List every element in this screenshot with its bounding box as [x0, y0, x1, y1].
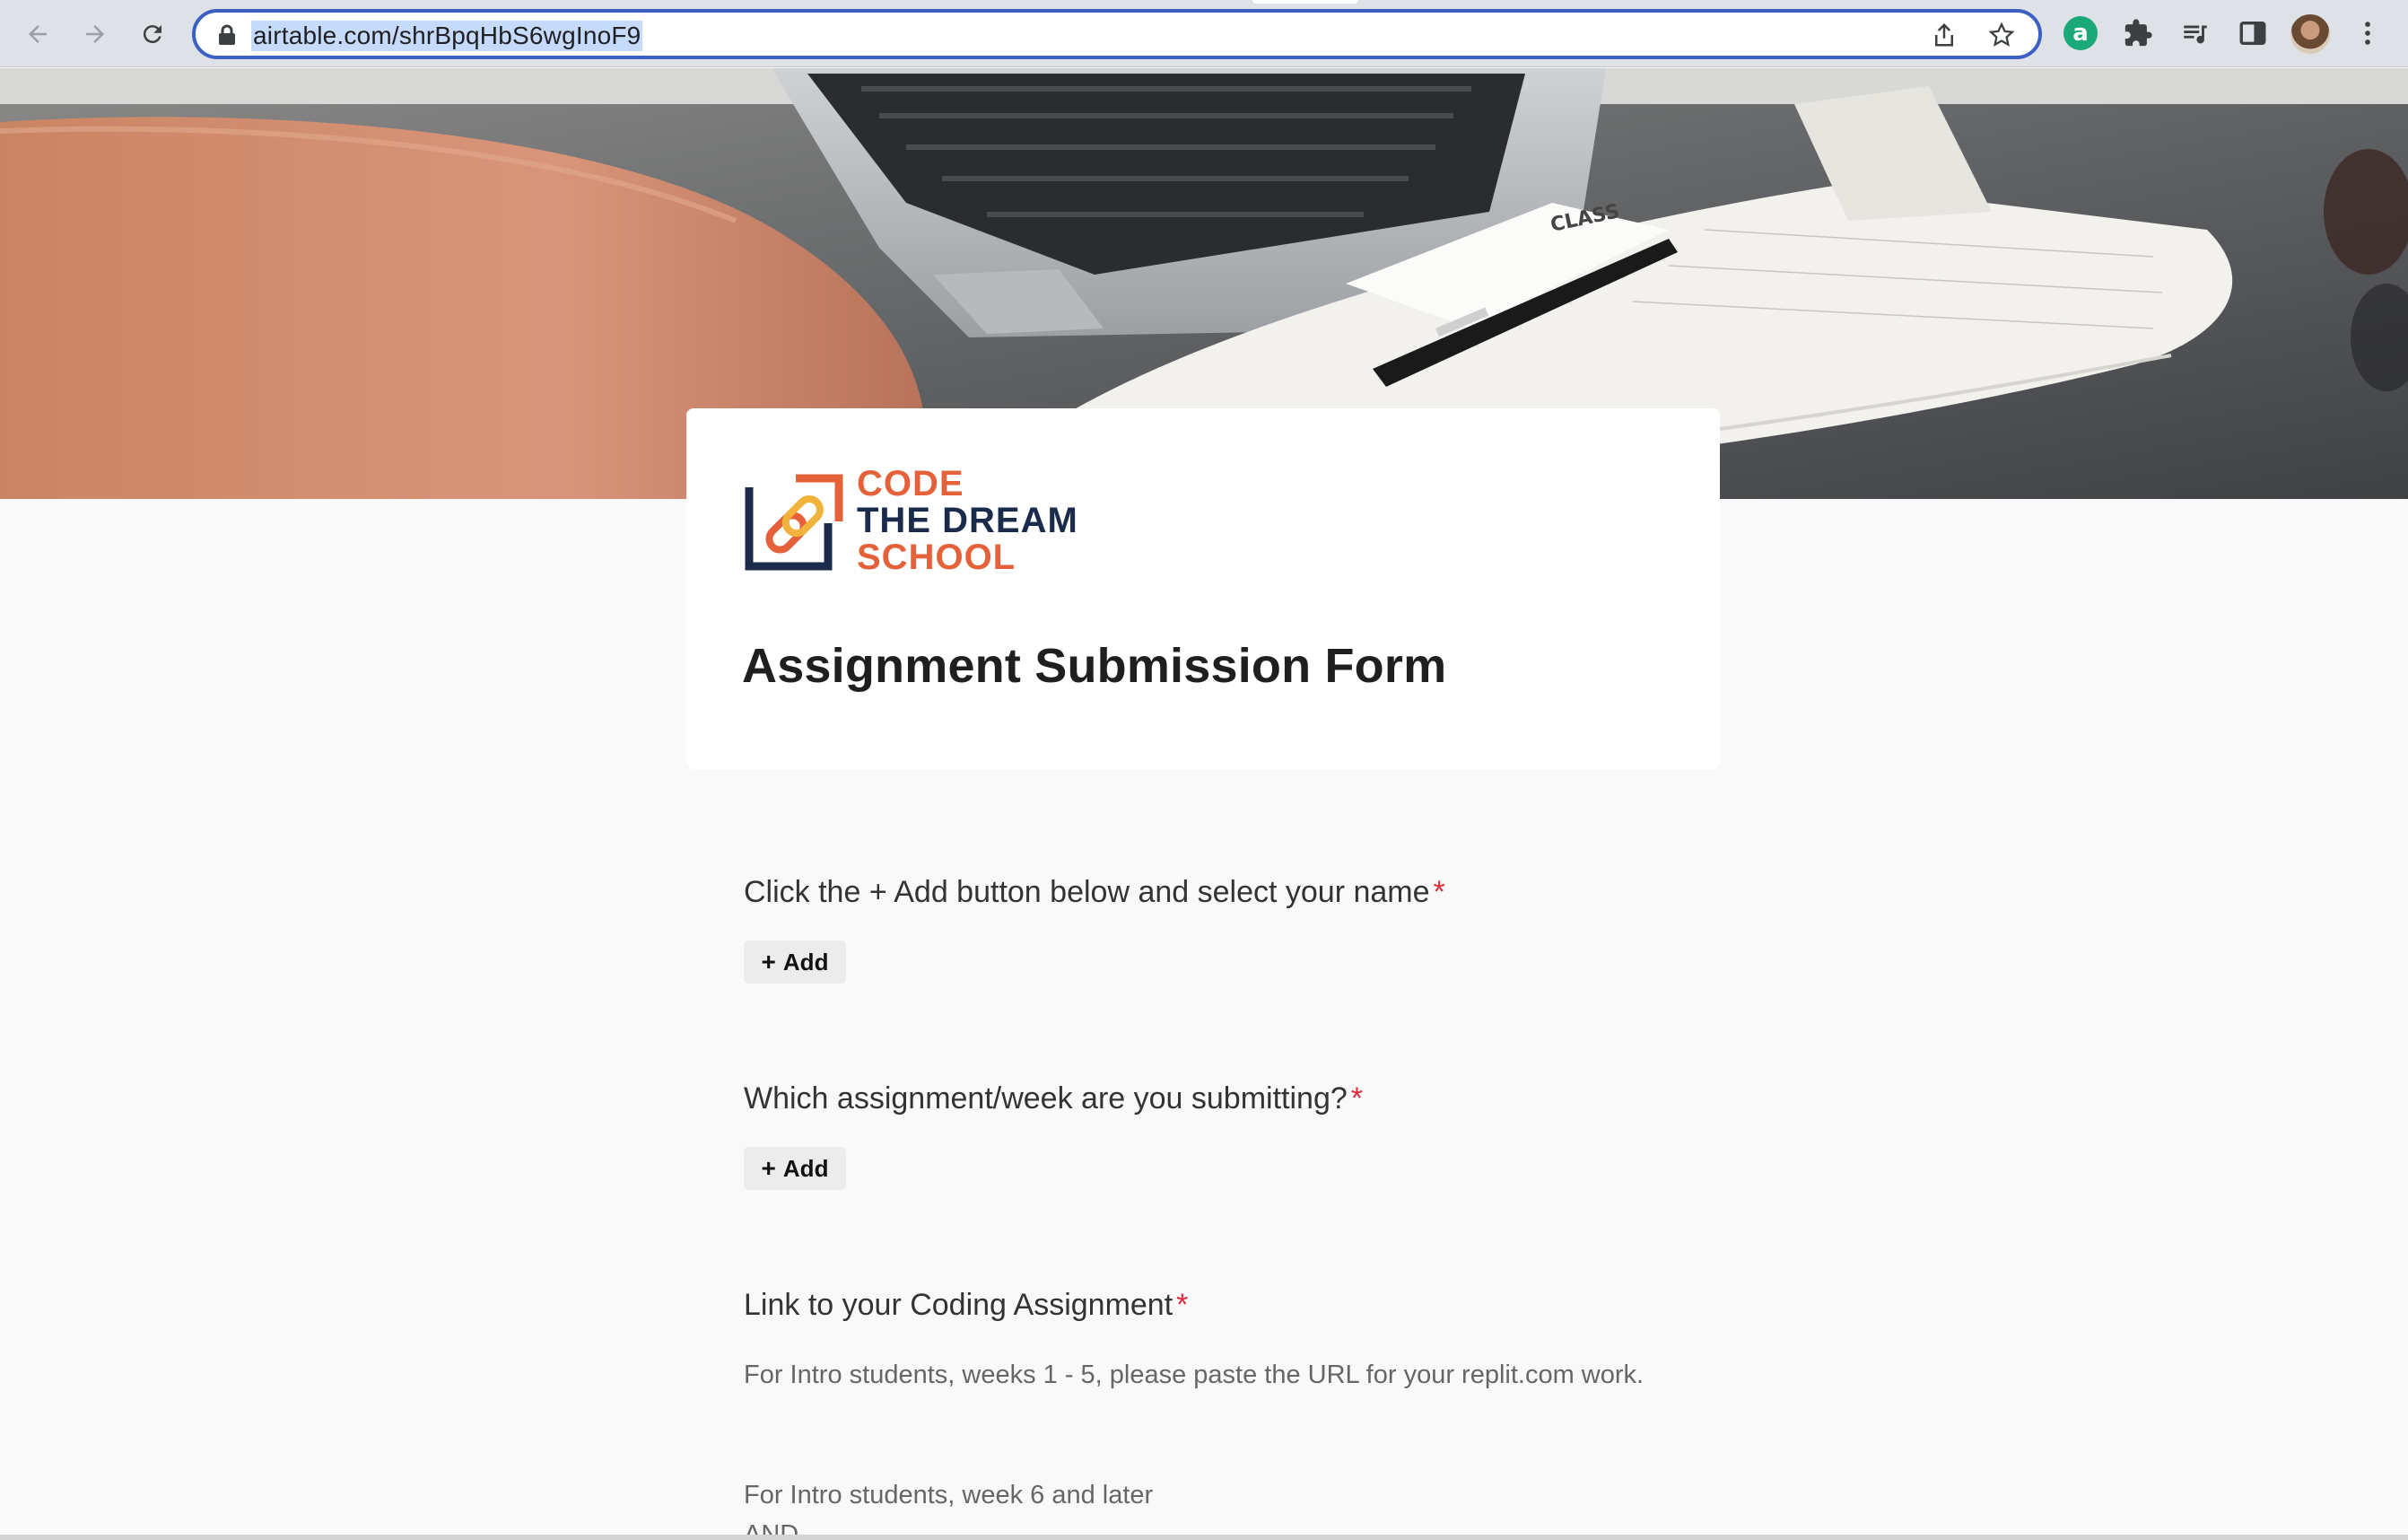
share-icon[interactable]: [1931, 22, 1958, 48]
extensions-button[interactable]: [2121, 16, 2155, 50]
logo-text-line2: THE DREAM: [857, 501, 1078, 540]
field-label-student-name: Click the + Add button below and select …: [744, 875, 1445, 910]
side-panel-button[interactable]: [2236, 16, 2270, 50]
forward-button[interactable]: [74, 13, 117, 56]
media-queue-icon: [2184, 25, 2207, 44]
plus-icon: +: [761, 1154, 776, 1182]
required-asterisk: *: [1350, 1081, 1363, 1116]
form-header-card: CODE THE DREAM SCHOOL Assignment Submiss…: [686, 408, 1720, 769]
browser-menu-button[interactable]: [2351, 16, 2385, 50]
field-help-text-1: For Intro students, weeks 1 - 5, please …: [744, 1361, 1645, 1389]
forward-arrow-icon: [86, 25, 104, 43]
airtable-extension-icon[interactable]: a: [2063, 16, 2098, 50]
profile-avatar[interactable]: [2290, 14, 2330, 54]
window-bottom-edge: [0, 1535, 2408, 1540]
address-bar[interactable]: airtable.com/shrBpqHbS6wgInoF9: [192, 9, 2042, 59]
url-text[interactable]: airtable.com/shrBpqHbS6wgInoF9: [251, 21, 643, 51]
field-label-text: Click the + Add button below and select …: [744, 875, 1430, 909]
add-button-label: Add: [782, 948, 829, 976]
field-label-text: Which assignment/week are you submitting…: [744, 1081, 1348, 1116]
puzzle-icon: [2124, 19, 2152, 47]
form-title: Assignment Submission Form: [742, 639, 1447, 693]
media-control-button[interactable]: [2178, 16, 2212, 50]
reload-icon: [143, 25, 161, 44]
required-asterisk: *: [1433, 875, 1445, 909]
back-arrow-icon: [29, 25, 47, 43]
plus-icon: +: [761, 948, 776, 976]
back-button[interactable]: [16, 13, 59, 56]
reload-button[interactable]: [131, 13, 174, 56]
chain-link-logo-icon: [745, 474, 843, 571]
add-button-label: Add: [782, 1154, 829, 1182]
side-panel-icon: [2239, 21, 2266, 46]
kebab-menu-icon: [2365, 22, 2370, 45]
required-asterisk: *: [1176, 1288, 1189, 1322]
field-label-coding-assignment-link: Link to your Coding Assignment *: [744, 1288, 1188, 1323]
field-label-text: Link to your Coding Assignment: [744, 1288, 1173, 1322]
lock-icon: [219, 24, 235, 45]
logo-text-line1: CODE: [857, 464, 964, 503]
add-assignment-week-button[interactable]: + Add: [744, 1147, 846, 1190]
browser-toolbar: airtable.com/shrBpqHbS6wgInoF9 a: [0, 0, 2408, 67]
code-the-dream-logo: CODE THE DREAM SCHOOL: [742, 464, 1119, 577]
active-tab-indicator: [1252, 0, 1358, 4]
logo-text-line3: SCHOOL: [857, 538, 1016, 577]
field-label-assignment-week: Which assignment/week are you submitting…: [744, 1081, 1363, 1116]
field-help-text-2: For Intro students, week 6 and later: [744, 1481, 1154, 1509]
star-icon[interactable]: [1988, 22, 2015, 48]
add-student-name-button[interactable]: + Add: [744, 941, 846, 984]
